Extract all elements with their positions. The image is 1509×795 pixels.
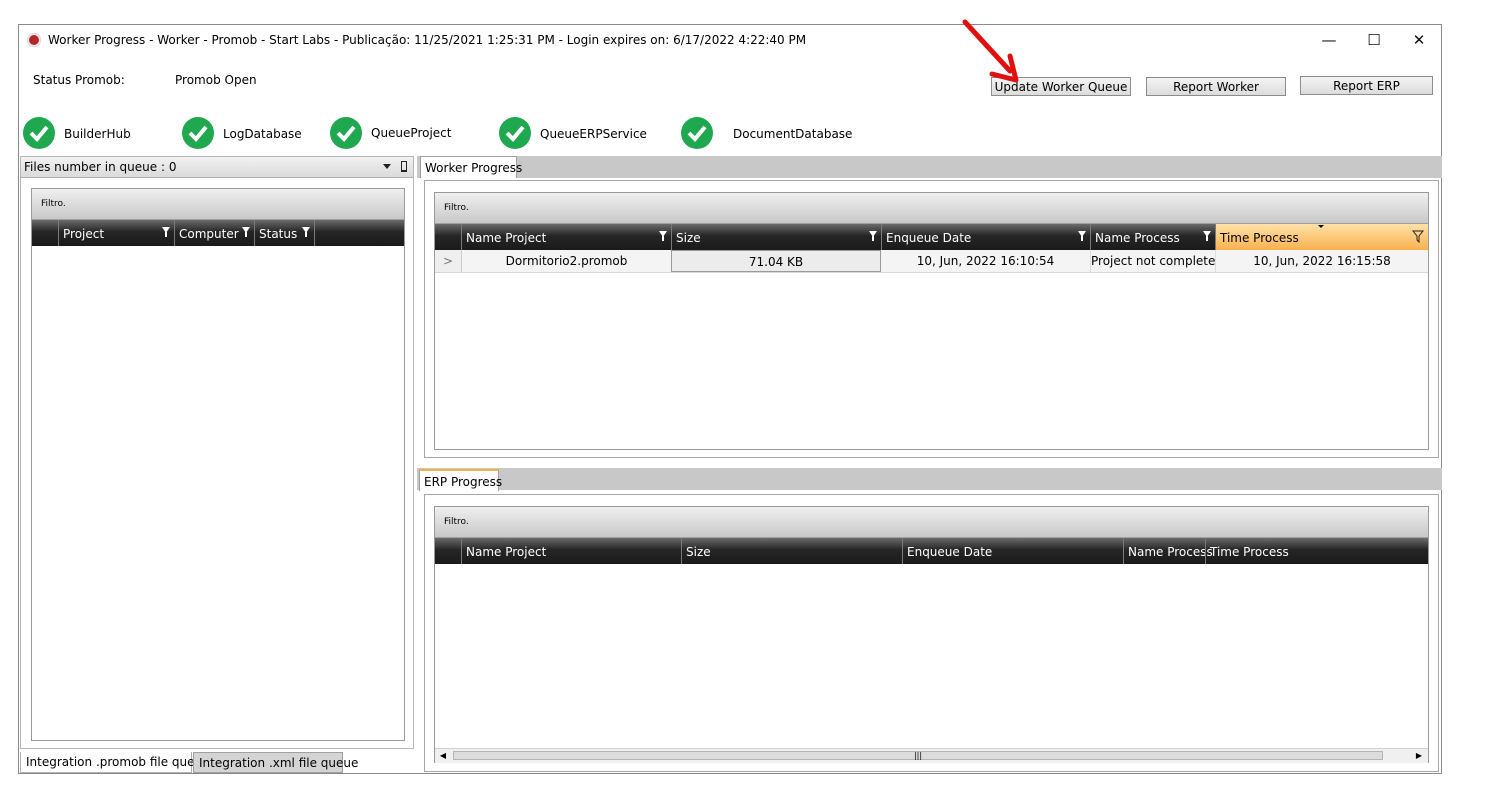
filter-icon[interactable] (659, 231, 667, 241)
sort-indicator-icon (1318, 225, 1324, 228)
cell-time-process[interactable]: 10, Jun, 2022 16:15:58 (1215, 250, 1428, 272)
app-logo-icon (27, 33, 41, 47)
erp-tab-strip: ERP Progress (417, 468, 1442, 491)
column-time-process[interactable]: Time Process (1205, 538, 1428, 564)
scroll-left-icon[interactable]: ◀ (436, 750, 450, 762)
queue-grid: Filtro. Project Computer Status (31, 188, 405, 741)
erp-progress-panel: Filtro. Name Project Size Enqueue Date N… (424, 494, 1439, 772)
filter-icon[interactable] (1203, 231, 1211, 241)
scrollbar-thumb[interactable]: ||| (453, 751, 1383, 760)
tab-promob-file-queue[interactable]: Integration .promob file queue (20, 752, 210, 773)
column-name-process[interactable]: Name Process (1123, 538, 1213, 564)
column-size[interactable]: Size (681, 538, 902, 564)
check-icon (681, 117, 713, 149)
row-indicator-header (435, 224, 461, 250)
filter-icon[interactable] (1412, 230, 1424, 243)
column-status[interactable]: Status (254, 220, 314, 246)
cell-name-process[interactable]: Project not completed (1090, 250, 1215, 272)
column-enqueue-date[interactable]: Enqueue Date (881, 224, 1090, 250)
check-icon (23, 117, 55, 149)
filter-bar[interactable]: Filtro. (435, 193, 1428, 224)
filter-bar[interactable]: Filtro. (435, 507, 1428, 538)
queue-panel: Files number in queue : 0 Filtro. Projec… (20, 156, 414, 749)
title-bar: Worker Progress - Worker - Promob - Star… (19, 25, 1441, 55)
worker-tab-strip: Worker Progress (417, 156, 1442, 178)
worker-progress-panel: Filtro. Name Project Size Enqueue Date N… (424, 180, 1439, 458)
scroll-right-icon[interactable]: ▶ (1412, 750, 1426, 762)
status-label: Status Promob: (33, 73, 125, 87)
column-computer[interactable]: Computer (174, 220, 254, 246)
worker-grid: Filtro. Name Project Size Enqueue Date N… (434, 192, 1429, 450)
service-name: BuilderHub (64, 127, 131, 141)
column-time-process[interactable]: Time Process (1215, 224, 1428, 250)
pin-icon[interactable] (401, 161, 407, 172)
queue-grid-header: Project Computer Status (32, 220, 404, 246)
filter-icon[interactable] (1078, 231, 1086, 241)
filter-bar[interactable]: Filtro. (32, 189, 404, 220)
filter-icon[interactable] (162, 227, 170, 237)
cell-enqueue-date[interactable]: 10, Jun, 2022 16:10:54 (881, 250, 1090, 272)
dropdown-arrow-icon[interactable] (383, 164, 391, 169)
queue-header: Files number in queue : 0 (21, 157, 413, 178)
column-filler (314, 220, 404, 246)
cell-size[interactable]: 71.04 KB (671, 250, 881, 272)
minimize-button[interactable]: — (1309, 29, 1349, 51)
filter-icon[interactable] (302, 227, 310, 237)
check-icon (499, 117, 531, 149)
service-name: DocumentDatabase (733, 127, 853, 141)
column-name-project[interactable]: Name Project (461, 224, 671, 250)
row-indicator-header (435, 538, 461, 564)
close-button[interactable]: ✕ (1399, 29, 1439, 51)
column-name-process[interactable]: Name Process (1090, 224, 1215, 250)
column-size[interactable]: Size (671, 224, 881, 250)
row-indicator-header (32, 220, 58, 246)
cell-name-project[interactable]: Dormitorio2.promob (461, 250, 671, 272)
check-icon (182, 117, 214, 149)
red-arrow-annotation-icon (962, 19, 1019, 83)
service-name: LogDatabase (223, 127, 302, 141)
column-name-project[interactable]: Name Project (461, 538, 681, 564)
filter-label: Filtro. (444, 203, 469, 213)
window-title: Worker Progress - Worker - Promob - Star… (48, 33, 807, 47)
check-icon (330, 117, 362, 149)
tab-xml-file-queue[interactable]: Integration .xml file queue (193, 752, 358, 773)
tab-erp-progress[interactable]: ERP Progress (419, 469, 502, 491)
report-erp-button[interactable]: Report ERP (1300, 76, 1433, 95)
filter-icon[interactable] (242, 227, 250, 237)
horizontal-scrollbar[interactable]: ◀ ||| ▶ (435, 748, 1428, 763)
report-worker-button[interactable]: Report Worker (1146, 77, 1286, 96)
filter-label: Filtro. (41, 199, 66, 209)
row-indicator: > (435, 250, 461, 272)
status-value: Promob Open (175, 73, 257, 87)
files-in-queue-count: Files number in queue : 0 (24, 160, 177, 174)
column-project[interactable]: Project (58, 220, 174, 246)
service-name: QueueERPService (540, 127, 647, 141)
maximize-button[interactable]: ☐ (1354, 29, 1394, 51)
table-row[interactable]: > Dormitorio2.promob 71.04 KB 10, Jun, 2… (435, 250, 1428, 273)
tab-worker-progress[interactable]: Worker Progress (420, 156, 522, 178)
column-enqueue-date[interactable]: Enqueue Date (902, 538, 1123, 564)
worker-grid-header: Name Project Size Enqueue Date Name Proc… (435, 224, 1428, 250)
erp-grid-header: Name Project Size Enqueue Date Name Proc… (435, 538, 1428, 564)
service-name: QueueProject (371, 126, 452, 140)
main-window: Worker Progress - Worker - Promob - Star… (18, 24, 1442, 774)
filter-icon[interactable] (869, 231, 877, 241)
erp-grid: Filtro. Name Project Size Enqueue Date N… (434, 506, 1429, 763)
filter-label: Filtro. (444, 517, 469, 527)
